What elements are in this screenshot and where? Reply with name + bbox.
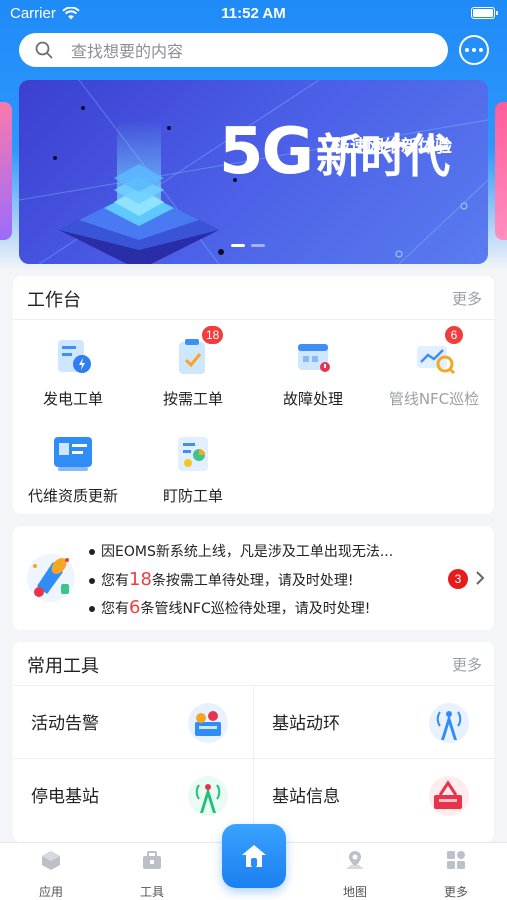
banner-headline-5g: 5G <box>219 115 314 189</box>
search-placeholder: 查找想要的内容 <box>71 42 184 61</box>
home-button[interactable] <box>222 824 286 888</box>
tool-active-alarm[interactable]: 活动告警 <box>13 686 253 758</box>
notice-line[interactable]: 您有6条管线NFC巡检待处理，请及时处理! <box>89 594 393 622</box>
more-options-button[interactable] <box>459 35 489 65</box>
workbench-item-label: 代维资质更新 <box>27 487 118 505</box>
divider <box>13 319 494 320</box>
search-icon <box>35 41 53 59</box>
notice-text-suffix: 条管线NFC巡检待处理，请及时处理! <box>140 601 371 617</box>
notice-count: 18 <box>129 569 152 590</box>
notice-lines: 因EOMS新系统上线，凡是涉及工单出现无法... 您有18条按需工单待处理，请及… <box>89 538 393 622</box>
workbench-item-label: 管线NFC巡检 <box>388 390 480 408</box>
workbench-item-qualification[interactable]: 代维资质更新 <box>13 431 133 506</box>
tab-more[interactable]: 更多 <box>426 849 486 900</box>
workbench-item-fault[interactable]: 故障处理 <box>253 334 373 409</box>
fault-handling-icon <box>290 334 336 380</box>
workbench-item-nfc[interactable]: 6 管线NFC巡检 <box>374 324 494 409</box>
more-dot <box>479 48 483 52</box>
notice-card[interactable]: 因EOMS新系统上线，凡是涉及工单出现无法... 您有18条按需工单待处理，请及… <box>13 526 494 630</box>
watch-order-icon <box>170 431 216 477</box>
on-demand-order-icon: 18 <box>170 324 226 380</box>
tools-title: 常用工具 <box>27 656 99 677</box>
notice-text: 因EOMS新系统上线，凡是涉及工单出现无法... <box>101 544 394 560</box>
carousel-dots <box>231 244 265 247</box>
tab-map[interactable]: 地图 <box>325 849 385 900</box>
bullet <box>89 578 95 584</box>
tools-more-link[interactable]: 更多 <box>452 654 482 675</box>
previous-banner-peek[interactable] <box>0 102 12 240</box>
tool-label: 基站信息 <box>272 787 340 807</box>
home-icon <box>242 845 266 867</box>
map-icon <box>346 851 364 869</box>
notice-line[interactable]: 您有18条按需工单待处理，请及时处理! <box>89 566 393 594</box>
workbench-card: 工作台 更多 发电工单 18 按需工单 故障处理 6 管线NFC巡检 代维资质更… <box>13 276 494 514</box>
workbench-item-power-order[interactable]: 发电工单 <box>13 334 133 409</box>
workbench-more-link[interactable]: 更多 <box>452 288 482 309</box>
notice-text-prefix: 您有 <box>101 601 129 617</box>
bullet <box>89 606 95 612</box>
tab-tools[interactable]: 工具 <box>122 849 182 900</box>
workbench-item-label: 按需工单 <box>162 390 223 408</box>
next-banner-peek[interactable] <box>495 102 507 240</box>
tool-power-outage-station[interactable]: 停电基站 <box>13 759 253 831</box>
clock: 11:52 AM <box>221 5 286 22</box>
banner-headline-new-era: 新时代 <box>316 129 450 183</box>
power-outage-station-icon <box>188 776 228 816</box>
notice-text-prefix: 您有 <box>101 573 129 589</box>
workbench-title: 工作台 <box>27 290 81 311</box>
tab-label: 工具 <box>139 885 164 899</box>
tool-label: 基站动环 <box>272 714 340 734</box>
battery-icon <box>471 7 498 19</box>
workbench-item-on-demand[interactable]: 18 按需工单 <box>133 324 253 409</box>
workbench-item-label: 故障处理 <box>282 390 343 408</box>
bullet <box>89 549 95 555</box>
nfc-badge: 6 <box>443 324 465 346</box>
tool-label: 活动告警 <box>31 714 99 734</box>
more-grid-icon <box>447 851 465 869</box>
active-alarm-icon <box>188 703 228 743</box>
notice-line[interactable]: 因EOMS新系统上线，凡是涉及工单出现无法... <box>89 538 393 566</box>
more-dot <box>472 48 476 52</box>
chevron-right-icon[interactable] <box>475 570 485 586</box>
workbench-item-label: 盯防工单 <box>162 487 223 505</box>
tool-base-station-env[interactable]: 基站动环 <box>254 686 494 758</box>
notice-count: 6 <box>129 597 141 618</box>
banner-carousel[interactable]: 极速网络新体验 5G 新时代 <box>0 80 507 264</box>
tools-card: 常用工具 更多 活动告警 基站动环 停电基站 基站信息 <box>13 642 494 842</box>
carousel-dot-active[interactable] <box>231 244 245 247</box>
search-bar[interactable]: 查找想要的内容 <box>19 33 448 67</box>
banner-headline: 5G 新时代 <box>219 115 450 189</box>
tool-label: 停电基站 <box>31 787 99 807</box>
notice-text-suffix: 条按需工单待处理，请及时处理! <box>151 573 354 589</box>
workbench-item-label: 发电工单 <box>42 390 103 408</box>
base-station-info-icon <box>429 776 469 816</box>
base-station-env-icon <box>429 703 469 743</box>
tab-apps[interactable]: 应用 <box>21 849 81 900</box>
tab-label: 地图 <box>342 885 367 899</box>
qualification-update-icon <box>50 431 96 477</box>
tool-base-station-info[interactable]: 基站信息 <box>254 759 494 831</box>
apps-icon <box>42 851 60 870</box>
workbench-item-watch[interactable]: 盯防工单 <box>133 431 253 506</box>
nfc-inspection-icon: 6 <box>411 324 465 380</box>
carousel-dot[interactable] <box>251 244 265 247</box>
tab-label: 应用 <box>38 885 63 899</box>
tab-label: 更多 <box>443 885 468 899</box>
status-bar: Carrier 11:52 AM <box>0 0 507 28</box>
power-order-icon <box>50 334 96 380</box>
toolbox-icon <box>143 851 161 869</box>
more-dot <box>465 48 469 52</box>
notice-unread-badge: 3 <box>448 569 468 589</box>
on-demand-badge: 18 <box>200 324 226 346</box>
megaphone-illustration-icon <box>27 554 75 602</box>
banner-5g[interactable]: 极速网络新体验 5G 新时代 <box>19 80 488 264</box>
